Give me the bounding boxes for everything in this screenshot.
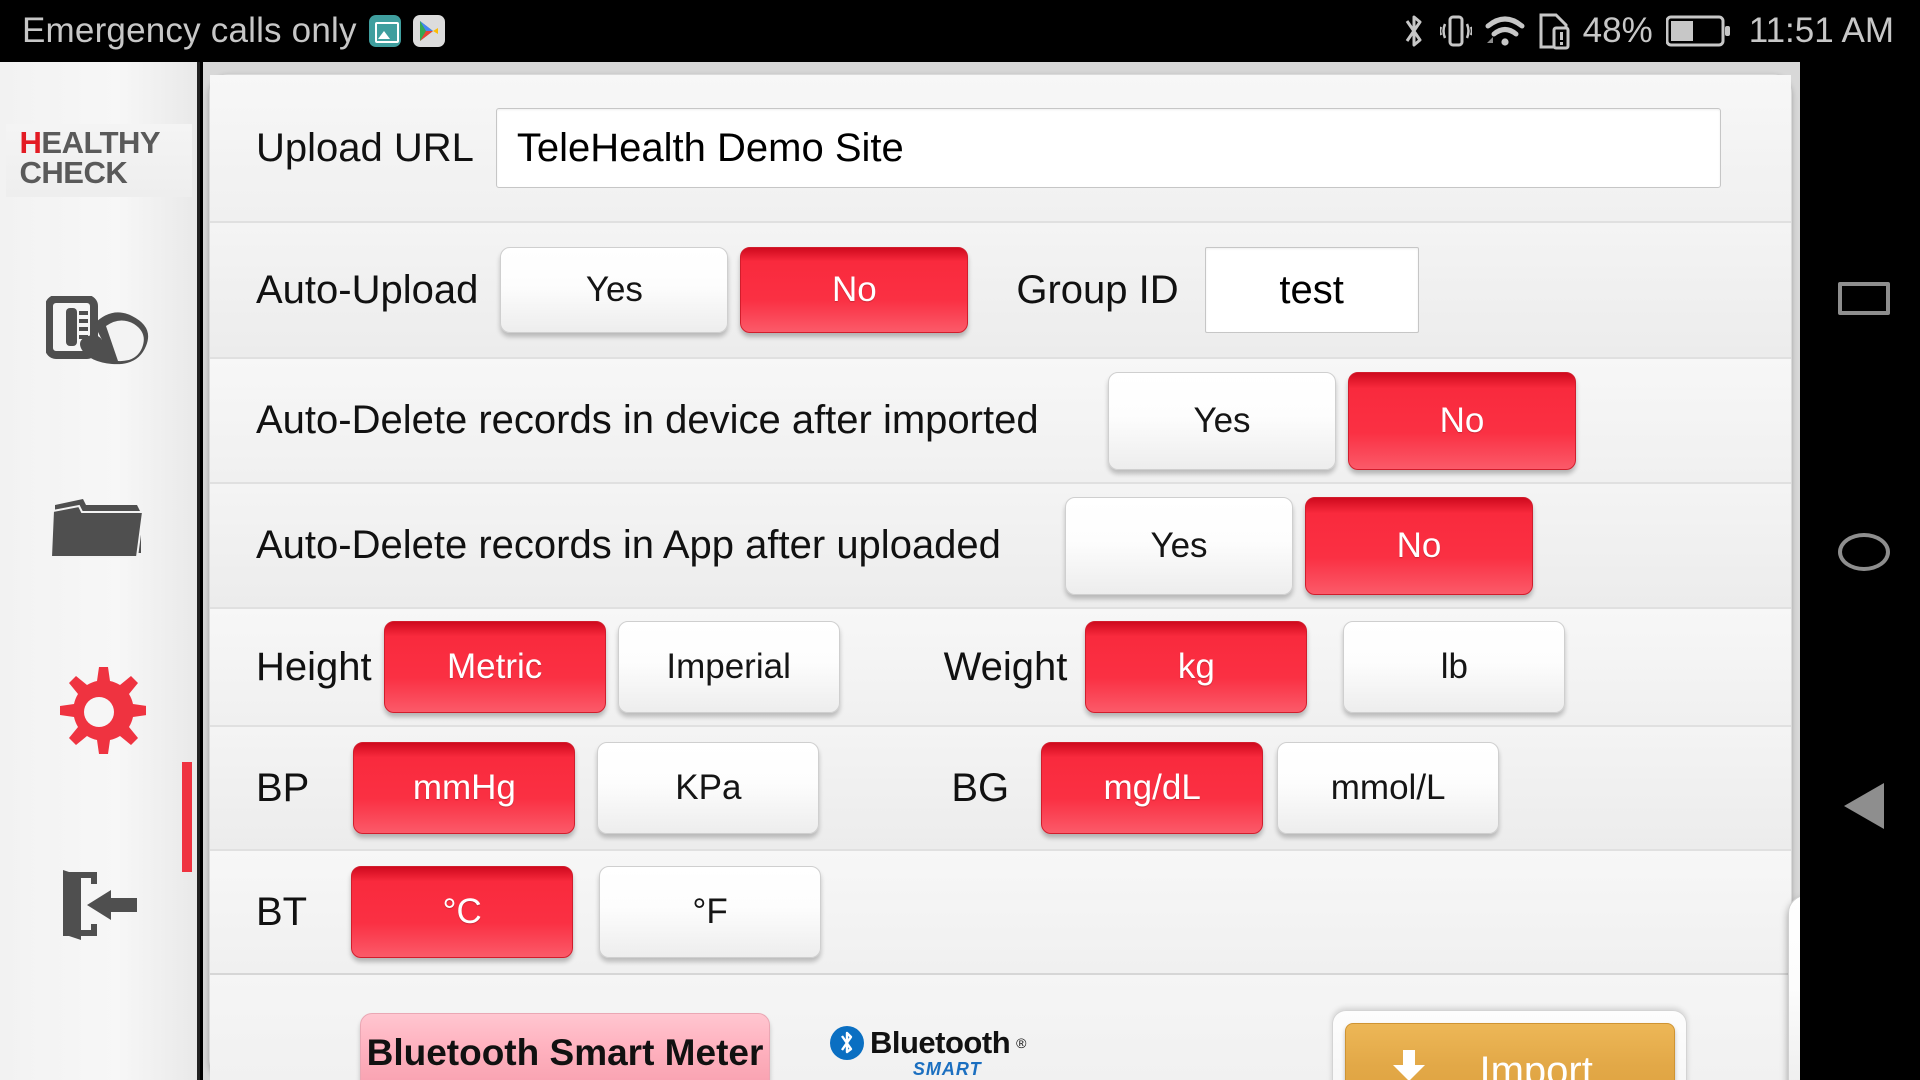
row-auto-upload: Auto-Upload Yes No Group ID test bbox=[210, 223, 1791, 359]
recents-square-icon bbox=[1838, 281, 1890, 315]
status-bar-right: 48% 11:51 AM bbox=[1401, 11, 1920, 51]
auto-delete-app-label: Auto-Delete records in App after uploade… bbox=[256, 523, 1001, 567]
bluetooth-logo-word: Bluetooth bbox=[870, 1025, 1011, 1060]
gear-icon bbox=[52, 665, 147, 764]
import-button[interactable]: Import bbox=[1344, 1023, 1675, 1080]
save-button[interactable] bbox=[1788, 895, 1800, 1080]
logo-line-1: HEALTHY bbox=[20, 127, 192, 158]
auto-delete-app-options: Yes No bbox=[1065, 496, 1791, 595]
weight-kg-button[interactable]: kg bbox=[1085, 621, 1308, 713]
row-height-weight: Height Metric Imperial Weight kg lb bbox=[210, 609, 1791, 727]
auto-delete-app-yes-button[interactable]: Yes bbox=[1065, 496, 1293, 595]
auto-delete-device-yes-button[interactable]: Yes bbox=[1108, 371, 1336, 470]
app-logo: HEALTHY CHECK bbox=[5, 124, 192, 197]
back-triangle-icon bbox=[1844, 783, 1884, 829]
group-id-input[interactable]: test bbox=[1204, 247, 1419, 333]
auto-upload-yes-button[interactable]: Yes bbox=[500, 247, 729, 333]
bluetooth-smart-meter-button[interactable]: Bluetooth Smart Meter bbox=[360, 1012, 770, 1080]
row-auto-delete-app: Auto-Delete records in App after uploade… bbox=[210, 484, 1791, 609]
android-navigation-bar bbox=[1808, 62, 1920, 1080]
bp-kpa-button[interactable]: KPa bbox=[597, 742, 820, 834]
group-id-label: Group ID bbox=[1016, 267, 1179, 312]
auto-delete-device-options: Yes No bbox=[1108, 371, 1791, 470]
folder-icon bbox=[49, 487, 149, 570]
import-panel: Import bbox=[1332, 1010, 1687, 1080]
vibrate-icon bbox=[1439, 12, 1472, 50]
bp-monitor-icon bbox=[44, 295, 152, 389]
bluetooth-logo-subtitle: SMART bbox=[912, 1059, 982, 1079]
auto-delete-device-no-button[interactable]: No bbox=[1348, 371, 1576, 470]
battery-percent: 48% bbox=[1582, 11, 1653, 50]
auto-delete-device-label: Auto-Delete records in device after impo… bbox=[256, 398, 1039, 442]
upload-url-input[interactable]: TeleHealth Demo Site bbox=[495, 108, 1721, 188]
battery-icon bbox=[1665, 14, 1732, 48]
settings-card: Upload URL TeleHealth Demo Site Auto-Upl… bbox=[209, 74, 1800, 1080]
row-bp-bg: BP mmHg KPa BG mg/dL mmol/L bbox=[210, 727, 1791, 851]
upload-url-value: TeleHealth Demo Site bbox=[516, 125, 904, 170]
bluetooth-logo-row: Bluetooth ® bbox=[830, 1025, 1026, 1061]
sidebar-active-indicator bbox=[182, 762, 192, 872]
recents-button[interactable] bbox=[1833, 267, 1895, 329]
play-store-icon bbox=[412, 15, 445, 47]
bp-mmhg-button[interactable]: mmHg bbox=[353, 742, 576, 834]
sidebar-item-device-measure[interactable] bbox=[0, 283, 199, 403]
row-bt: BT °C °F bbox=[210, 851, 1791, 975]
auto-upload-no-button[interactable]: No bbox=[740, 247, 969, 333]
bluetooth-logo-trademark: ® bbox=[1016, 1035, 1027, 1051]
carrier-text: Emergency calls only bbox=[22, 11, 357, 50]
wifi-icon bbox=[1485, 15, 1525, 47]
bt-fahrenheit-button[interactable]: °F bbox=[599, 866, 822, 958]
group-id-value: test bbox=[1279, 267, 1344, 312]
bp-label: BP bbox=[256, 765, 310, 810]
logo-line-2: CHECK bbox=[19, 155, 128, 191]
weight-label: Weight bbox=[943, 644, 1068, 689]
bg-mgdl-button[interactable]: mg/dL bbox=[1041, 742, 1264, 834]
row-upload-url: Upload URL TeleHealth Demo Site bbox=[210, 75, 1791, 223]
auto-upload-label: Auto-Upload bbox=[256, 267, 479, 312]
sidebar: HEALTHY CHECK bbox=[0, 62, 200, 1080]
sidebar-item-logout[interactable] bbox=[0, 847, 199, 967]
weight-lb-button[interactable]: lb bbox=[1343, 621, 1566, 713]
sidebar-item-settings[interactable] bbox=[0, 655, 199, 775]
logout-icon bbox=[53, 866, 145, 947]
height-imperial-button[interactable]: Imperial bbox=[617, 621, 840, 713]
photos-icon bbox=[368, 15, 401, 47]
main-content: Upload URL TeleHealth Demo Site Auto-Upl… bbox=[203, 62, 1800, 1080]
sim-alert-icon bbox=[1538, 12, 1570, 50]
home-circle-icon bbox=[1838, 533, 1890, 571]
status-bar: Emergency calls only 48% 11:51 AM bbox=[0, 0, 1920, 62]
sidebar-item-records[interactable] bbox=[0, 469, 199, 589]
bg-mmol-button[interactable]: mmol/L bbox=[1277, 742, 1500, 834]
bt-celsius-button[interactable]: °C bbox=[351, 866, 574, 958]
bluetooth-icon bbox=[1401, 12, 1427, 50]
auto-delete-app-no-button[interactable]: No bbox=[1305, 496, 1533, 595]
upload-url-label: Upload URL bbox=[256, 125, 474, 170]
home-button[interactable] bbox=[1833, 521, 1895, 583]
row-auto-delete-device: Auto-Delete records in device after impo… bbox=[210, 359, 1791, 484]
bt-label: BT bbox=[256, 889, 308, 934]
clock: 11:51 AM bbox=[1748, 11, 1894, 50]
download-icon bbox=[1390, 1048, 1428, 1080]
height-metric-button[interactable]: Metric bbox=[383, 621, 606, 713]
height-label: Height bbox=[256, 644, 372, 689]
import-label: Import bbox=[1479, 1049, 1593, 1080]
bluetooth-mark-icon bbox=[830, 1026, 864, 1060]
bluetooth-smart-logo: Bluetooth ® SMART bbox=[830, 1025, 1026, 1080]
bg-label: BG bbox=[951, 765, 1010, 810]
back-button[interactable] bbox=[1833, 775, 1895, 837]
status-bar-left: Emergency calls only bbox=[0, 11, 445, 51]
